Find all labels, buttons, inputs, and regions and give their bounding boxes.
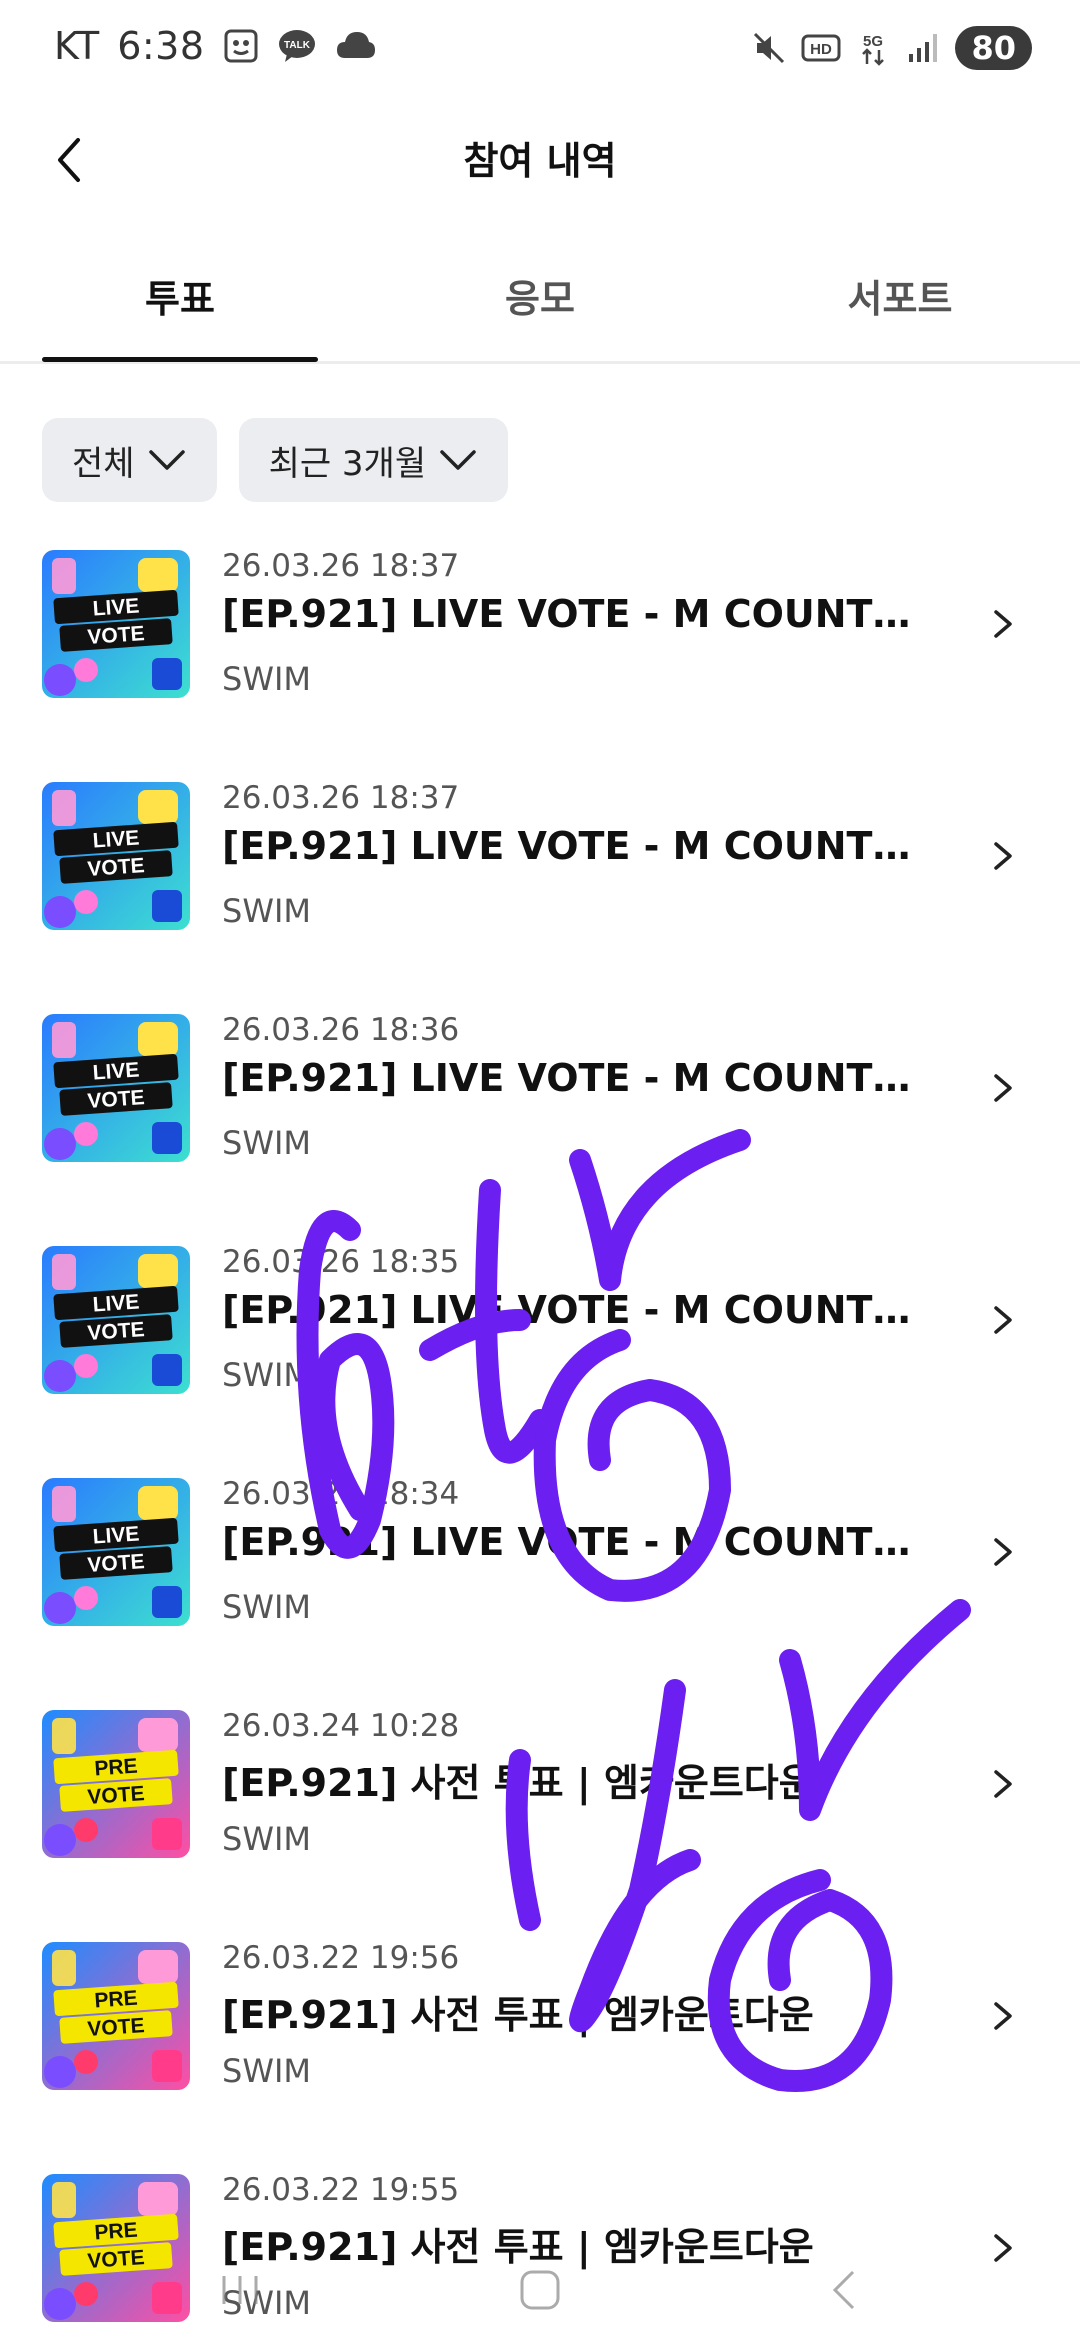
status-left: KT 6:38 TALK: [54, 24, 377, 68]
thumbnail-label-line2: VOTE: [87, 1318, 146, 1345]
thumbnail-label-line1: LIVE: [92, 594, 140, 620]
item-date: 26.03.26 18:35: [222, 1244, 460, 1280]
home-icon[interactable]: [510, 2260, 570, 2320]
list-item[interactable]: LIVE VOTE 26.03.26 18:37 [EP.921] LIVE V…: [0, 780, 1080, 1012]
live-vote-thumbnail: LIVE VOTE: [42, 1014, 190, 1162]
item-title: [EP.921] LIVE VOTE - M COUNTDO...: [222, 1520, 942, 1564]
item-title: [EP.921] LIVE VOTE - M COUNTDO...: [222, 592, 942, 636]
item-artist: SWIM: [222, 1588, 311, 1626]
list-item[interactable]: LIVE VOTE 26.03.26 18:36 [EP.921] LIVE V…: [0, 1012, 1080, 1244]
thumbnail-label-line1: PRE: [94, 1987, 139, 2013]
item-date: 26.03.24 10:28: [222, 1708, 460, 1744]
item-artist: SWIM: [222, 660, 311, 698]
page-title: 참여 내역: [463, 139, 617, 183]
recents-icon[interactable]: [210, 2260, 270, 2320]
cloud-icon: [336, 32, 375, 58]
chevron-right-icon: [994, 2002, 1012, 2030]
item-title: [EP.921] LIVE VOTE - M COUNTDO...: [222, 1056, 942, 1100]
item-title: [EP.921] 사전 투표 | 엠카운트다운: [222, 1993, 814, 2037]
chevron-right-icon: [994, 610, 1012, 638]
list-item[interactable]: LIVE VOTE 26.03.26 18:37 [EP.921] LIVE V…: [0, 548, 1080, 780]
list-item[interactable]: PRE VOTE 26.03.24 10:28 [EP.921] 사전 투표 |…: [0, 1708, 1080, 1940]
chevron-right-icon: [994, 1538, 1012, 1566]
item-date: 26.03.22 19:55: [222, 2172, 460, 2208]
battery-indicator: 80: [955, 26, 1032, 70]
live-vote-thumbnail: LIVE VOTE: [42, 1246, 190, 1394]
thumbnail-label-line2: VOTE: [87, 1086, 146, 1113]
thumbnail-label-line1: PRE: [94, 1755, 139, 1781]
5g-icon: 5G: [862, 33, 885, 66]
live-vote-thumbnail: LIVE VOTE: [42, 1478, 190, 1626]
item-title: [EP.921] LIVE VOTE - M COUNTDO...: [222, 824, 942, 868]
chevron-down-icon: [440, 450, 476, 470]
item-date: 26.03.22 19:56: [222, 1940, 460, 1976]
tab-indicator: [42, 357, 318, 362]
list-item[interactable]: LIVE VOTE 26.03.26 18:35 [EP.921] LIVE V…: [0, 1244, 1080, 1476]
list-item[interactable]: PRE VOTE 26.03.22 19:56 [EP.921] 사전 투표 |…: [0, 1940, 1080, 2172]
header: 참여 내역: [0, 110, 1080, 210]
item-date: 26.03.26 18:37: [222, 548, 460, 584]
chevron-right-icon: [994, 1074, 1012, 1102]
period-filter-button[interactable]: 최근 3개월: [238, 418, 509, 502]
period-filter-label: 최근 3개월: [268, 443, 427, 484]
item-title: [EP.921] 사전 투표 | 엠카운트다운: [222, 1761, 814, 1805]
screenshot-icon: [224, 29, 258, 63]
clock: 6:38: [117, 24, 205, 68]
live-vote-thumbnail: LIVE VOTE: [42, 550, 190, 698]
item-date: 26.03.26 18:36: [222, 1012, 460, 1048]
item-artist: SWIM: [222, 1356, 311, 1394]
tab-entry[interactable]: 응모: [402, 268, 678, 323]
item-artist: SWIM: [222, 892, 311, 930]
tab-support[interactable]: 서포트: [762, 268, 1038, 323]
thumbnail-label-line2: VOTE: [87, 1782, 146, 1809]
signal-icon: [909, 34, 938, 62]
thumbnail-label-line2: VOTE: [87, 1550, 146, 1577]
chevron-right-icon: [994, 1770, 1012, 1798]
network-icon-label: 5G: [863, 33, 883, 50]
pre-vote-thumbnail: PRE VOTE: [42, 1710, 190, 1858]
category-filter-label: 전체: [72, 443, 135, 484]
thumbnail-label-line1: LIVE: [92, 826, 140, 852]
status-right: HD 5G 80: [751, 26, 1032, 70]
hd-icon: HD: [801, 34, 841, 62]
item-artist: SWIM: [222, 1820, 311, 1858]
thumbnail-label-line1: LIVE: [92, 1058, 140, 1084]
chevron-down-icon: [148, 450, 185, 470]
category-filter-button[interactable]: 전체: [42, 418, 217, 502]
filter-row: 전체 최근 3개월: [42, 418, 509, 502]
item-date: 26.03.26 18:34: [222, 1476, 460, 1512]
talk-icon-label: TALK: [284, 40, 311, 51]
tab-bar: 투표 응모 서포트: [0, 250, 1080, 364]
participation-list: LIVE VOTE 26.03.26 18:37 [EP.921] LIVE V…: [0, 548, 1080, 2340]
thumbnail-label-line2: VOTE: [87, 622, 146, 649]
item-artist: SWIM: [222, 2052, 311, 2090]
system-nav-bar: [0, 2240, 1080, 2340]
thumbnail-label-line1: LIVE: [92, 1290, 140, 1316]
pre-vote-thumbnail: PRE VOTE: [42, 1942, 190, 2090]
status-bar: KT 6:38 TALK HD 5G 80: [0, 0, 1080, 100]
item-title: [EP.921] LIVE VOTE - M COUNTDO...: [222, 1288, 942, 1332]
carrier-label: KT: [54, 24, 100, 68]
list-item[interactable]: LIVE VOTE 26.03.26 18:34 [EP.921] LIVE V…: [0, 1476, 1080, 1708]
item-date: 26.03.26 18:37: [222, 780, 460, 816]
mute-icon: [754, 32, 785, 64]
hd-icon-label: HD: [811, 41, 833, 58]
tab-vote[interactable]: 투표: [42, 268, 318, 323]
talk-icon: TALK: [278, 30, 315, 62]
thumbnail-label-line2: VOTE: [87, 2014, 146, 2041]
chevron-right-icon: [994, 1306, 1012, 1334]
live-vote-thumbnail: LIVE VOTE: [42, 782, 190, 930]
item-artist: SWIM: [222, 1124, 311, 1162]
thumbnail-label-line1: LIVE: [92, 1522, 140, 1548]
chevron-right-icon: [994, 842, 1012, 870]
nav-back-icon[interactable]: [815, 2260, 875, 2320]
thumbnail-label-line2: VOTE: [87, 854, 146, 881]
